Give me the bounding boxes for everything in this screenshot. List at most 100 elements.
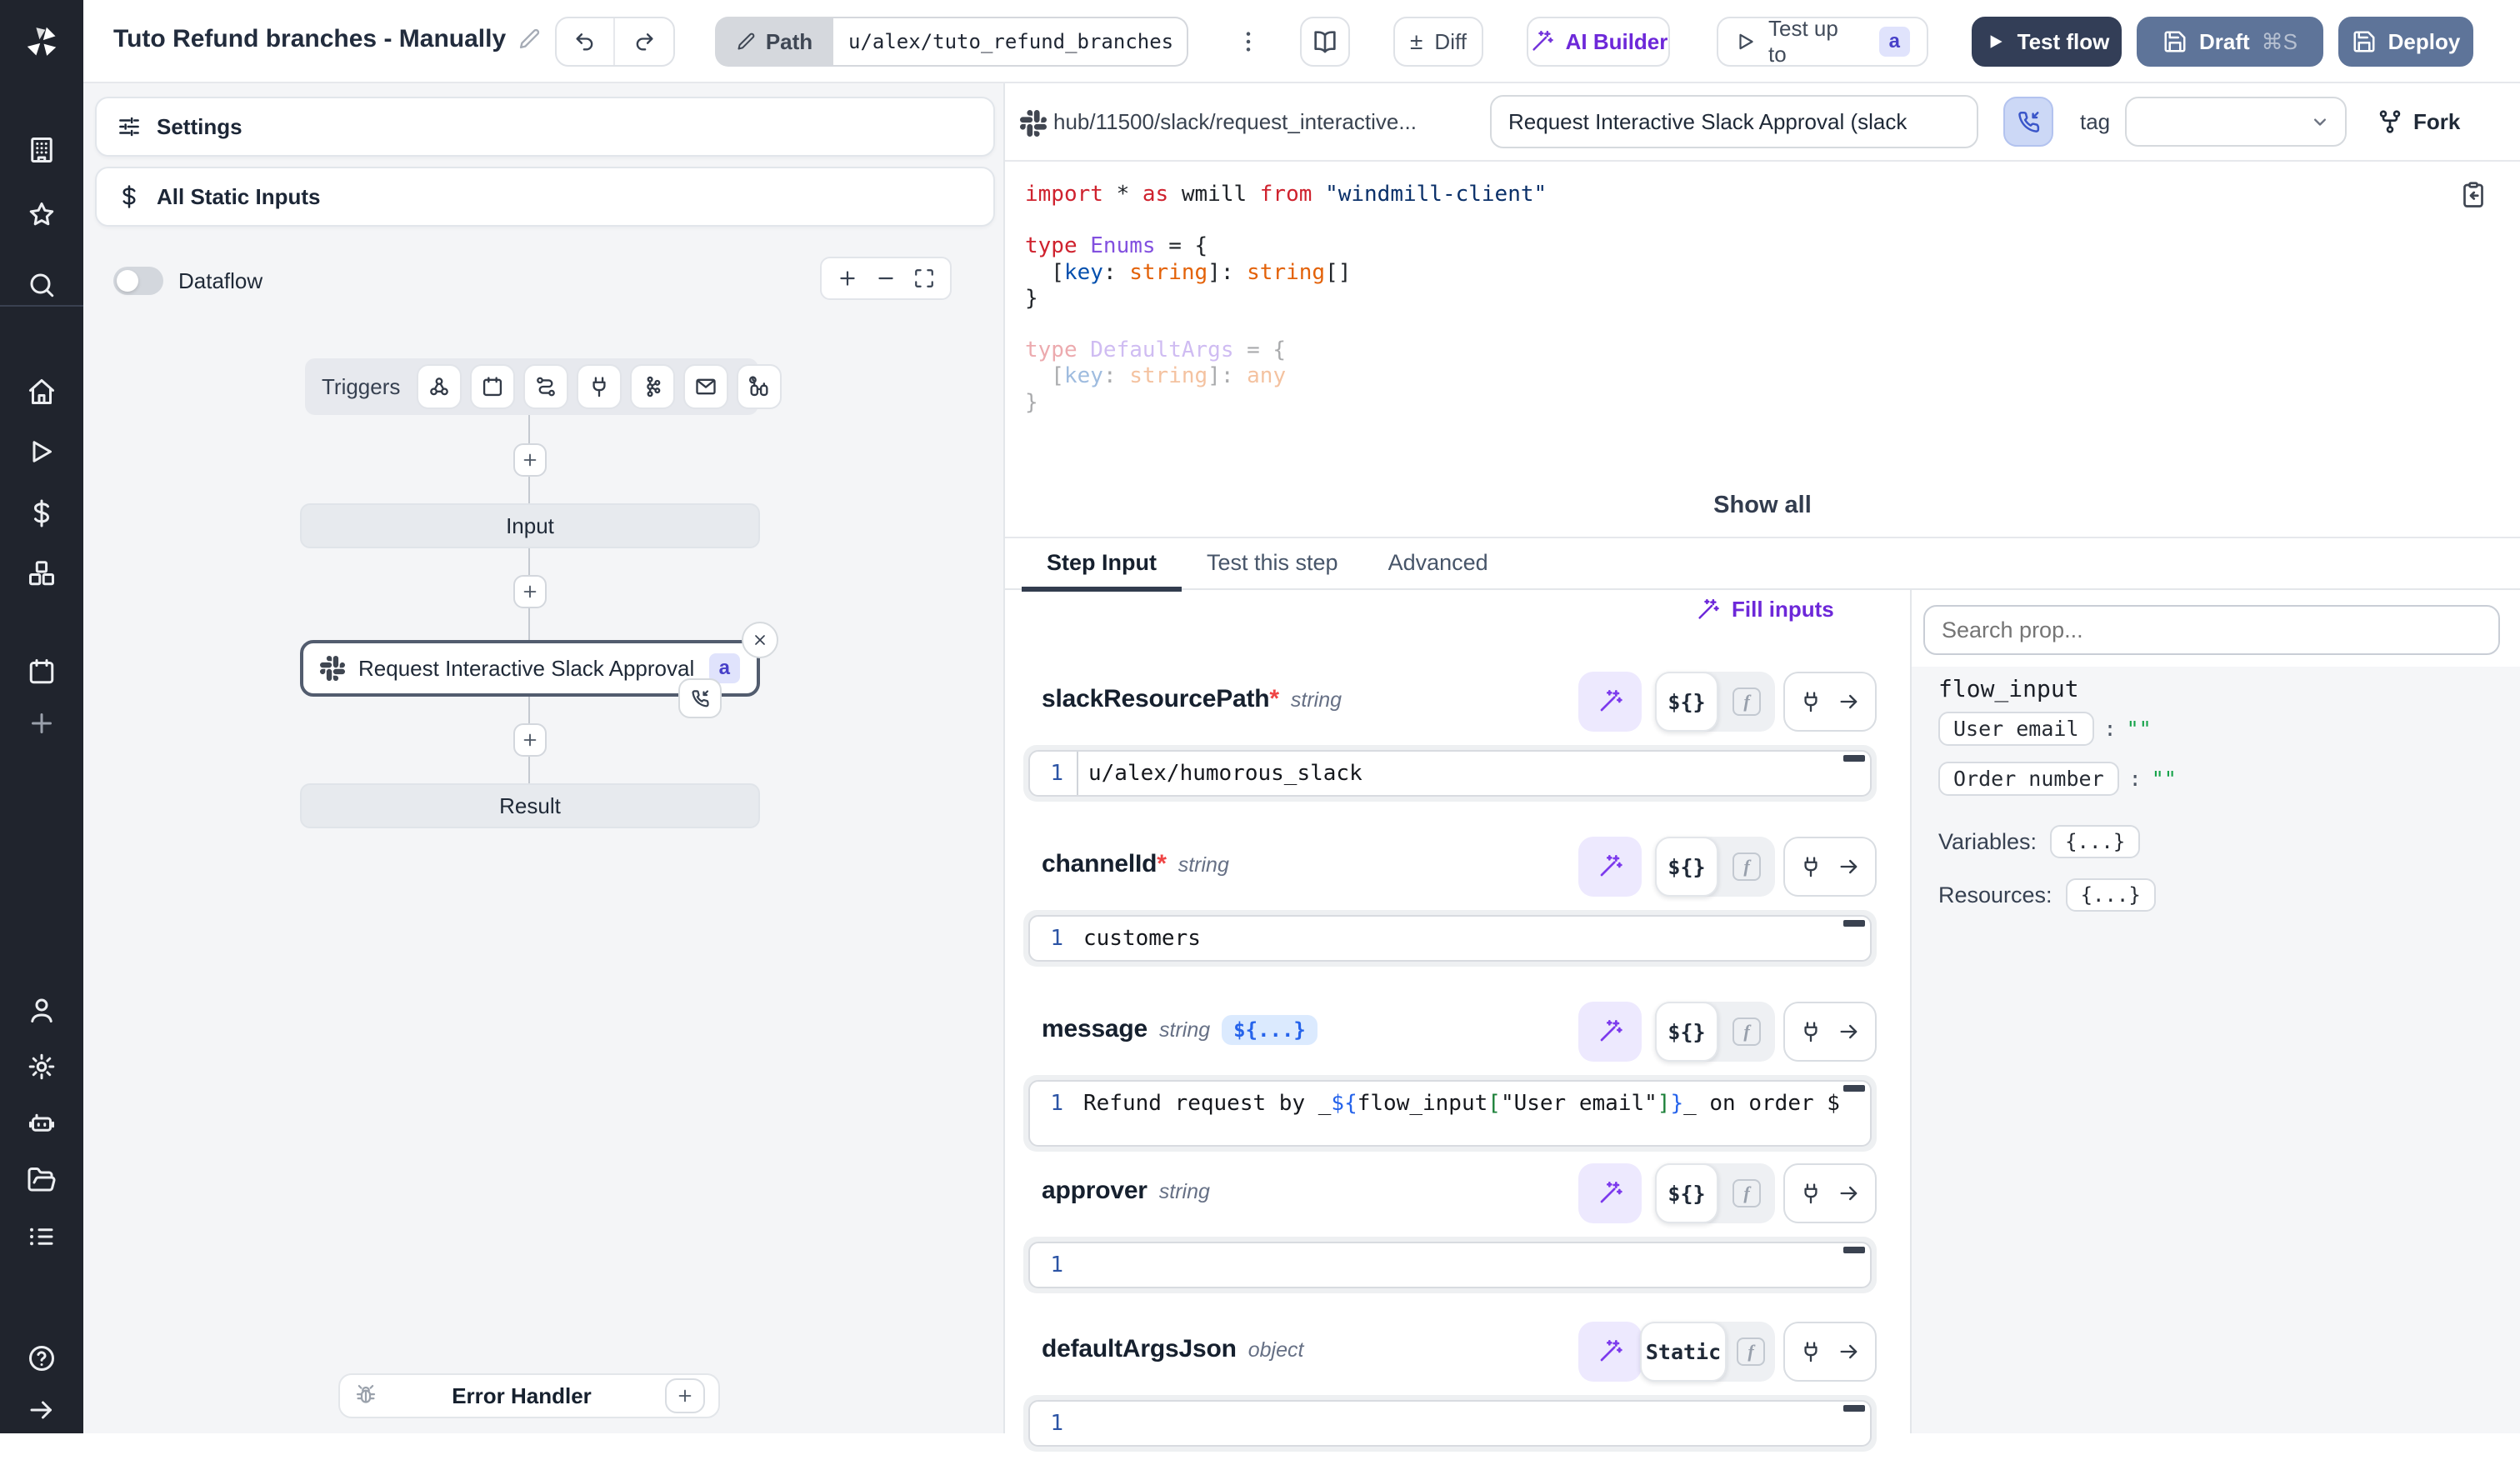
docs-button[interactable] xyxy=(1300,17,1350,67)
field-editor-channelId[interactable]: 1customers xyxy=(1028,915,1872,962)
sidebar-item-boxes[interactable] xyxy=(27,558,57,588)
path-input[interactable] xyxy=(833,17,1188,67)
redo-button[interactable] xyxy=(615,18,673,65)
prop-key-pill[interactable]: User email xyxy=(1938,712,2094,746)
input-mode-template-button[interactable]: ${} xyxy=(1655,1163,1718,1223)
sidebar-item-arrow-right[interactable] xyxy=(27,1395,57,1425)
field-editor-slackResourcePath[interactable]: 1u/alex/humorous_slack xyxy=(1028,750,1872,797)
sidebar-item-play[interactable] xyxy=(27,437,57,467)
delete-step-button[interactable] xyxy=(742,622,778,658)
zoom-in-button[interactable] xyxy=(837,268,858,289)
sidebar-item-search[interactable] xyxy=(27,270,57,300)
connect-input-button[interactable] xyxy=(1783,1163,1877,1223)
input-mode-function-button[interactable]: f xyxy=(1718,1179,1775,1208)
tag-select[interactable] xyxy=(2125,97,2347,147)
flow-input-prop-user-email[interactable]: User email:"" xyxy=(1938,712,2152,746)
input-mode-template-button[interactable]: ${} xyxy=(1655,1002,1718,1062)
ai-fill-button[interactable] xyxy=(1578,1163,1642,1223)
hub-script-path[interactable]: hub/11500/slack/request_interactive... xyxy=(1053,109,1417,135)
sidebar-item-list[interactable] xyxy=(27,1222,57,1252)
dataflow-toggle[interactable] xyxy=(113,267,163,295)
ai-builder-button[interactable]: AI Builder xyxy=(1527,17,1670,67)
step-header: hub/11500/slack/request_interactive... t… xyxy=(1005,83,2520,162)
deploy-button[interactable]: Deploy xyxy=(2338,17,2473,67)
connect-input-button[interactable] xyxy=(1783,1002,1877,1062)
input-mode-function-button[interactable]: f xyxy=(1718,688,1775,716)
test-flow-button[interactable]: Test flow xyxy=(1972,17,2122,67)
show-all-button[interactable]: Show all xyxy=(1005,492,2520,519)
input-mode-function-button[interactable]: f xyxy=(1718,852,1775,881)
sidebar-item-gear[interactable] xyxy=(27,1052,57,1082)
all-static-inputs-button[interactable]: All Static Inputs xyxy=(95,167,995,227)
input-mode-function-button[interactable]: f xyxy=(1718,1018,1775,1046)
flow-input-prop-order-number[interactable]: Order number:"" xyxy=(1938,762,2177,796)
add-error-handler-button[interactable] xyxy=(665,1378,705,1413)
trigger-kafka-button[interactable] xyxy=(630,364,675,409)
tab-test-this-step[interactable]: Test this step xyxy=(1182,538,1363,592)
prop-search-input[interactable] xyxy=(1923,605,2500,655)
path-button[interactable]: Path xyxy=(715,17,833,67)
more-menu-button[interactable] xyxy=(1233,17,1263,67)
sidebar-item-user[interactable] xyxy=(27,995,57,1025)
prop-key-pill[interactable]: Order number xyxy=(1938,762,2119,796)
resources-row[interactable]: Resources:{...} xyxy=(1938,878,2156,912)
trigger-plug-button[interactable] xyxy=(577,364,622,409)
trigger-route-button[interactable] xyxy=(523,364,568,409)
variables-row[interactable]: Variables:{...} xyxy=(1938,825,2140,858)
insert-step-button[interactable] xyxy=(513,443,547,477)
trigger-webhook-button[interactable] xyxy=(417,364,462,409)
field-editor-defaultArgsJson[interactable]: 1 xyxy=(1028,1400,1872,1447)
windmill-logo[interactable] xyxy=(23,23,60,60)
sidebar-item-star[interactable] xyxy=(27,200,57,230)
sidebar-item-building[interactable] xyxy=(27,135,57,165)
extra-value-pill[interactable]: {...} xyxy=(2050,825,2140,858)
sidebar-item-home[interactable] xyxy=(27,377,57,407)
ai-fill-button[interactable] xyxy=(1578,837,1642,897)
undo-button[interactable] xyxy=(557,18,615,65)
sidebar-item-robot[interactable] xyxy=(27,1108,57,1138)
sidebar-item-calendar[interactable] xyxy=(27,657,57,687)
input-node[interactable]: Input xyxy=(300,503,760,548)
ai-fill-button[interactable] xyxy=(1578,1322,1642,1382)
fit-view-button[interactable] xyxy=(913,268,935,289)
tab-step-input[interactable]: Step Input xyxy=(1022,538,1182,592)
field-editor-message[interactable]: 1Refund request by _${flow_input["User e… xyxy=(1028,1080,1872,1147)
diff-button[interactable]: ± Diff xyxy=(1393,17,1483,67)
code-editor[interactable]: import * as wmill from "windmill-client"… xyxy=(1005,162,2520,537)
extra-value-pill[interactable]: {...} xyxy=(2066,878,2156,912)
zoom-out-button[interactable] xyxy=(875,268,897,289)
connect-input-button[interactable] xyxy=(1783,837,1877,897)
insert-step-button[interactable] xyxy=(513,723,547,757)
trigger-mail-button[interactable] xyxy=(683,364,728,409)
flow-input-root[interactable]: flow_input xyxy=(1938,675,2079,702)
suspend-approval-button[interactable] xyxy=(2003,97,2053,147)
paste-icon[interactable] xyxy=(2458,180,2488,210)
connect-input-button[interactable] xyxy=(1783,1322,1877,1382)
sidebar-item-folder[interactable] xyxy=(27,1165,57,1195)
ai-fill-button[interactable] xyxy=(1578,1002,1642,1062)
fork-button[interactable]: Fork xyxy=(2377,108,2460,135)
trigger-calendar-button[interactable] xyxy=(470,364,515,409)
input-mode-template-button[interactable]: ${} xyxy=(1655,672,1718,732)
field-editor-approver[interactable]: 1 xyxy=(1028,1242,1872,1288)
insert-step-button[interactable] xyxy=(513,575,547,608)
result-node[interactable]: Result xyxy=(300,783,760,828)
input-mode-template-button[interactable]: ${} xyxy=(1655,837,1718,897)
flow-settings-button[interactable]: Settings xyxy=(95,97,995,157)
connect-input-button[interactable] xyxy=(1783,672,1877,732)
input-mode-static-button[interactable]: Static xyxy=(1640,1322,1727,1382)
trigger-poll-button[interactable] xyxy=(737,364,782,409)
triggers-node[interactable]: Triggers xyxy=(305,358,758,415)
sidebar-item-dollar[interactable] xyxy=(27,498,57,528)
tab-advanced[interactable]: Advanced xyxy=(1363,538,1513,592)
step-name-input[interactable] xyxy=(1490,95,1978,148)
draft-button[interactable]: Draft ⌘S xyxy=(2137,17,2323,67)
sidebar-item-plus[interactable] xyxy=(27,708,57,738)
edit-title-button[interactable] xyxy=(518,28,541,51)
input-mode-function-button[interactable]: f xyxy=(1727,1338,1775,1366)
test-up-to-button[interactable]: Test up to a xyxy=(1717,17,1928,67)
fill-inputs-button[interactable]: Fill inputs xyxy=(1695,597,1834,622)
ai-fill-button[interactable] xyxy=(1578,672,1642,732)
sidebar-item-help[interactable] xyxy=(27,1343,57,1373)
error-handler-node[interactable]: Error Handler xyxy=(338,1373,720,1418)
